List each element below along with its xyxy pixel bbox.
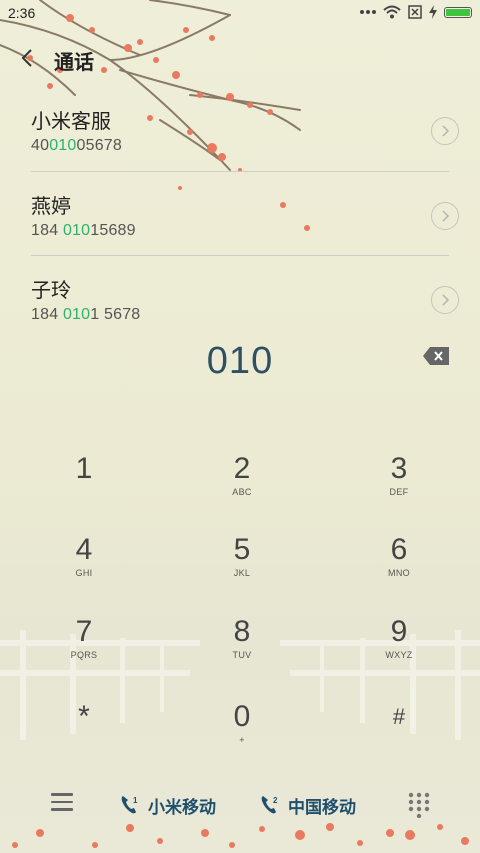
status-time: 2:36 (8, 5, 36, 21)
sim2-label: 中国移动 (288, 797, 356, 817)
svg-text:1: 1 (133, 796, 138, 805)
key-5[interactable]: 5 JKL (182, 533, 302, 613)
contact-detail-button[interactable] (431, 117, 459, 145)
status-bar: 2:36 (0, 0, 480, 26)
key-7[interactable]: 7 PQRS (24, 615, 144, 695)
number-match-highlight: 010 (62, 222, 91, 239)
call-sim1-button[interactable]: 1 小米移动 (120, 793, 216, 817)
contact-name: 燕婷 (31, 196, 71, 218)
sim1-label: 小米移动 (148, 797, 216, 817)
number-match-highlight: 010 (62, 306, 91, 323)
no-sim-icon (408, 5, 422, 19)
svg-text:2: 2 (273, 796, 278, 805)
number-match-highlight: 010 (49, 137, 77, 154)
chevron-right-icon (442, 294, 450, 306)
key-hash[interactable]: # (339, 700, 459, 780)
bottom-action-bar: 1 小米移动 2 中国移动 (0, 785, 480, 825)
status-icons (360, 5, 472, 19)
phone-sim1-icon: 1 (121, 796, 138, 814)
contact-row[interactable]: 燕婷 184 01015689 (0, 190, 480, 274)
key-8[interactable]: 8 TUV (182, 615, 302, 695)
menu-icon[interactable] (51, 793, 73, 813)
dialpad-toggle-icon[interactable] (408, 792, 430, 818)
charging-bolt-icon (429, 5, 437, 19)
key-2[interactable]: 2 ABC (182, 452, 302, 532)
chevron-right-icon (442, 125, 450, 137)
contact-row[interactable]: 小米客服 4001005678 (0, 105, 480, 189)
more-dots-icon (360, 10, 376, 14)
key-3[interactable]: 3 DEF (339, 452, 459, 532)
dialed-number-display: 010 (206, 340, 274, 382)
page-title: 通话 (54, 52, 94, 74)
divider (31, 255, 449, 256)
wifi-icon (383, 5, 401, 19)
chevron-right-icon (442, 210, 450, 222)
contact-name: 小米客服 (31, 111, 111, 133)
header: 通话 (0, 40, 480, 76)
key-1[interactable]: 1 (24, 452, 144, 532)
key-0[interactable]: 0 + (182, 700, 302, 780)
call-sim2-button[interactable]: 2 中国移动 (260, 793, 356, 817)
key-star[interactable]: * (24, 700, 144, 780)
key-6[interactable]: 6 MNO (339, 533, 459, 613)
key-4[interactable]: 4 GHI (24, 533, 144, 613)
contact-number: 4001005678 (31, 137, 122, 154)
contact-name: 子玲 (31, 280, 71, 302)
battery-icon (444, 6, 472, 18)
contact-number: 184 01015689 (31, 222, 136, 239)
backspace-icon[interactable] (423, 347, 449, 365)
back-arrow-icon[interactable] (18, 46, 38, 70)
contact-number: 184 0101 5678 (31, 306, 141, 323)
key-9[interactable]: 9 WXYZ (339, 615, 459, 695)
contact-detail-button[interactable] (431, 202, 459, 230)
phone-sim2-icon: 2 (261, 796, 278, 814)
contact-detail-button[interactable] (431, 286, 459, 314)
divider (31, 171, 449, 172)
